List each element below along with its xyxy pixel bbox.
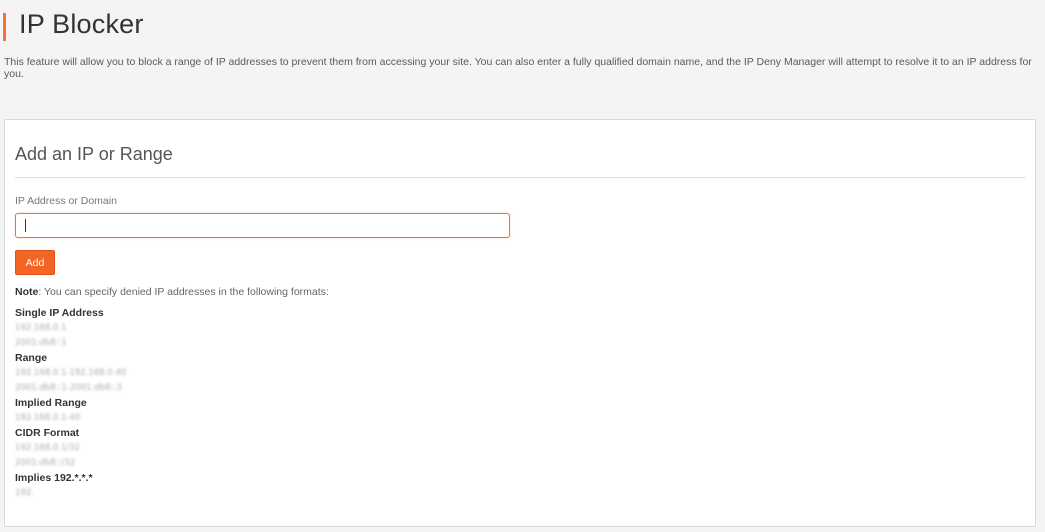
format-example: 2001:db8::1: [15, 338, 67, 348]
text-caret: [25, 219, 26, 232]
ip-address-input[interactable]: [15, 213, 510, 238]
format-heading-range: Range: [15, 352, 48, 364]
title-accent-bar: [3, 13, 6, 41]
format-example: 192.168.0.1-192.168.0.40: [15, 368, 127, 378]
page-header: IP Blocker: [0, 0, 1045, 52]
format-note: Note: You can specify denied IP addresse…: [15, 286, 329, 298]
note-text: : You can specify denied IP addresses in…: [38, 286, 329, 298]
ip-field-label: IP Address or Domain: [15, 195, 117, 207]
add-button[interactable]: Add: [15, 250, 55, 275]
page-title: IP Blocker: [19, 9, 144, 39]
format-example: 2001:db8::/32: [15, 458, 76, 468]
panel-title: Add an IP or Range: [15, 144, 173, 164]
panel-divider: [15, 177, 1026, 178]
format-example: 192.168.0.1: [15, 323, 67, 333]
format-example: 192.168.0.1-40: [15, 413, 81, 423]
format-heading-implied-range: Implied Range: [15, 397, 87, 409]
note-label: Note: [15, 286, 39, 298]
format-list: Single IP Address 192.168.0.1 2001:db8::…: [15, 306, 415, 501]
format-heading-cidr: CIDR Format: [15, 427, 80, 439]
format-heading-single: Single IP Address: [15, 307, 104, 319]
page-description: This feature will allow you to block a r…: [4, 56, 1032, 80]
format-example: 192.168.0.1/32: [15, 443, 81, 453]
format-example: 2001:db8::1-2001:db8::3: [15, 383, 122, 393]
format-heading-implies: Implies 192.*.*.*: [15, 472, 93, 484]
format-example: 192.: [15, 488, 34, 498]
